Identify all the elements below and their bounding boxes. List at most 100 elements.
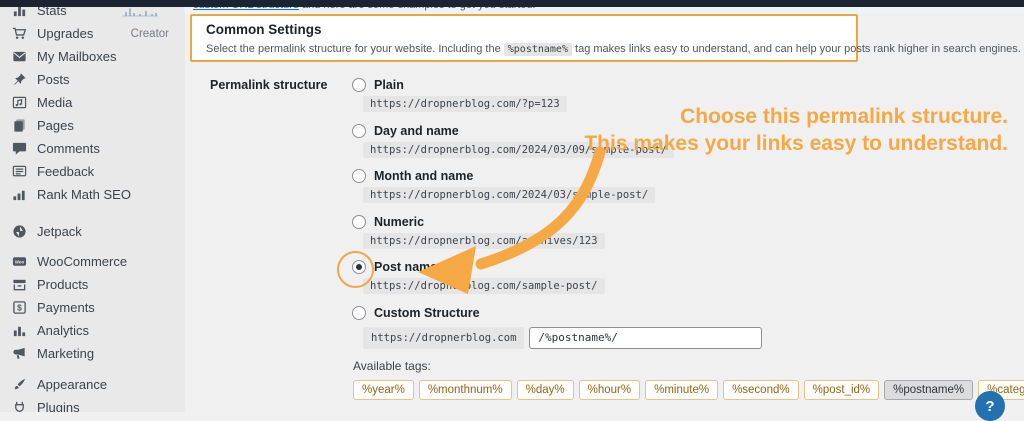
tag-monthnum[interactable]: %monthnum% bbox=[418, 379, 512, 400]
custom-structure-row: https://dropnerblog.com bbox=[363, 326, 1024, 349]
permalink-option-post-name: Post name https://dropnerblog.com/sample-… bbox=[352, 259, 1024, 305]
permalink-example-url: https://dropnerblog.com/?p=123 bbox=[363, 96, 567, 112]
marketing-icon bbox=[11, 346, 27, 362]
radio-month-name[interactable] bbox=[352, 169, 366, 183]
sidebar-item-woocommerce[interactable]: Woo WooCommerce bbox=[0, 250, 185, 273]
sidebar-item-label: Appearance bbox=[37, 377, 108, 392]
intro-text-strip: custom URL structure and here are some e… bbox=[185, 7, 1024, 14]
radio-custom-structure[interactable] bbox=[352, 305, 366, 320]
help-button[interactable]: ? bbox=[975, 391, 1005, 421]
sidebar-item-analytics[interactable]: Analytics bbox=[0, 319, 185, 342]
jetpack-icon bbox=[11, 224, 27, 240]
analytics-icon bbox=[11, 323, 27, 339]
sidebar-item-upgrades[interactable]: Upgrades Creator bbox=[0, 22, 185, 45]
sidebar-item-label: Pages bbox=[37, 118, 74, 133]
permalink-structure-label: Permalink structure bbox=[210, 78, 328, 92]
permalink-option-head: Post name bbox=[352, 259, 1024, 275]
cart-icon bbox=[11, 26, 27, 42]
tag-second[interactable]: %second% bbox=[723, 379, 799, 400]
custom-url-prefix: https://dropnerblog.com bbox=[363, 326, 525, 349]
tag-minute[interactable]: %minute% bbox=[645, 379, 719, 400]
permalink-option-head: Month and name bbox=[352, 168, 1024, 184]
permalink-example-url: https://dropnerblog.com/2024/03/sample-p… bbox=[363, 187, 656, 203]
permalink-option-head: Plain bbox=[352, 77, 1024, 93]
radio-post-name[interactable] bbox=[352, 260, 366, 274]
appearance-icon bbox=[11, 377, 27, 393]
plan-badge: Creator bbox=[130, 27, 169, 40]
tag-post_id[interactable]: %post_id% bbox=[803, 379, 880, 400]
intro-line: custom URL structure and here are some e… bbox=[193, 7, 536, 11]
sidebar-item-label: Analytics bbox=[37, 323, 90, 338]
stats-icon bbox=[11, 7, 27, 19]
sidebar-item-label: Media bbox=[37, 95, 73, 110]
sidebar-item-jetpack[interactable]: Jetpack bbox=[0, 220, 185, 243]
sidebar-item-appearance[interactable]: Appearance bbox=[0, 373, 185, 396]
permalink-option-label: Numeric bbox=[374, 214, 425, 229]
comment-icon bbox=[11, 141, 27, 157]
sidebar-item-label: Stats bbox=[37, 7, 67, 18]
sidebar-item-label: My Mailboxes bbox=[37, 49, 117, 64]
permalink-option-label: Post name bbox=[374, 260, 438, 274]
sidebar-item-marketing[interactable]: Marketing bbox=[0, 342, 185, 365]
permalink-example-url: https://dropnerblog.com/sample-post/ bbox=[363, 278, 605, 294]
sidebar-item-label: Plugins bbox=[37, 400, 80, 412]
feedback-icon bbox=[11, 164, 27, 180]
radio-numeric[interactable] bbox=[352, 214, 366, 229]
available-tags-label: Available tags: bbox=[353, 358, 431, 373]
permalink-option-label: Month and name bbox=[374, 169, 474, 183]
sidebar-item-label: Payments bbox=[37, 300, 95, 315]
permalink-option-label: Custom Structure bbox=[374, 305, 480, 320]
sidebar-item-plugins[interactable]: Plugins bbox=[0, 396, 185, 412]
common-settings-description: Select the permalink structure for your … bbox=[206, 43, 1021, 56]
permalink-option-label: Day and name bbox=[374, 123, 459, 138]
products-icon bbox=[11, 277, 27, 293]
sidebar-nav: Stats Upgrades Creator My Mailboxes Posts Med… bbox=[0, 7, 185, 412]
permalink-option-month-name: Month and name https://dropnerblog.com/20… bbox=[352, 168, 1024, 214]
intro-link[interactable]: custom URL structure bbox=[193, 7, 299, 11]
sidebar-item-label: Feedback bbox=[37, 164, 95, 179]
permalink-option-custom: Custom Structure https://dropnerblog.com… bbox=[352, 305, 1024, 400]
sidebar-item-stats[interactable]: Stats bbox=[0, 7, 185, 22]
rank-math-icon bbox=[11, 187, 27, 203]
stats-sparkline bbox=[121, 7, 185, 17]
svg-text:$: $ bbox=[17, 303, 22, 313]
sidebar-item-label: WooCommerce bbox=[37, 254, 128, 269]
pages-icon bbox=[11, 118, 27, 134]
permalink-option-label: Plain bbox=[374, 78, 404, 92]
media-icon bbox=[11, 95, 27, 111]
permalink-option-head: Numeric bbox=[352, 214, 1024, 230]
woo-icon: Woo bbox=[11, 254, 27, 270]
sidebar-item-media[interactable]: Media bbox=[0, 91, 185, 114]
common-settings-card: Common Settings Select the permalink str… bbox=[190, 14, 1021, 62]
sidebar-item-payments[interactable]: $ Payments bbox=[0, 296, 185, 319]
tag-hour[interactable]: %hour% bbox=[578, 379, 641, 400]
payments-icon: $ bbox=[11, 300, 27, 316]
sidebar-item-comments[interactable]: Comments bbox=[0, 137, 185, 160]
sidebar-item-feedback[interactable]: Feedback bbox=[0, 160, 185, 183]
sidebar-item-my-mailboxes[interactable]: My Mailboxes bbox=[0, 45, 185, 68]
plugins-icon bbox=[11, 400, 27, 412]
sidebar-item-posts[interactable]: Posts bbox=[0, 68, 185, 91]
tag-day[interactable]: %day% bbox=[516, 379, 574, 400]
mail-icon bbox=[11, 49, 27, 65]
annotation-line-2: This makes your links easy to understand… bbox=[584, 132, 1008, 155]
sidebar-item-rank-math-seo[interactable]: Rank Math SEO bbox=[0, 183, 185, 206]
permalink-option-numeric: Numeric https://dropnerblog.com/archives/… bbox=[352, 214, 1024, 260]
sidebar-item-label: Rank Math SEO bbox=[37, 187, 131, 202]
main-content: custom URL structure and here are some e… bbox=[185, 0, 1024, 421]
sidebar-item-label: Comments bbox=[37, 141, 100, 156]
admin-top-bar bbox=[0, 0, 1024, 7]
pin-icon bbox=[11, 72, 27, 88]
sidebar-item-label: Posts bbox=[37, 72, 70, 87]
custom-structure-input[interactable] bbox=[529, 326, 763, 349]
common-settings-title: Common Settings bbox=[206, 22, 322, 37]
tag-postname[interactable]: %postname% bbox=[884, 379, 974, 400]
permalink-option-head: Custom Structure bbox=[352, 305, 1024, 321]
tag-year[interactable]: %year% bbox=[353, 379, 414, 400]
radio-plain[interactable] bbox=[352, 78, 366, 92]
radio-day-name[interactable] bbox=[352, 123, 366, 138]
sidebar-item-label: Jetpack bbox=[37, 224, 82, 239]
sidebar-item-label: Marketing bbox=[37, 346, 95, 361]
sidebar-item-products[interactable]: Products bbox=[0, 273, 185, 296]
sidebar-item-pages[interactable]: Pages bbox=[0, 114, 185, 137]
